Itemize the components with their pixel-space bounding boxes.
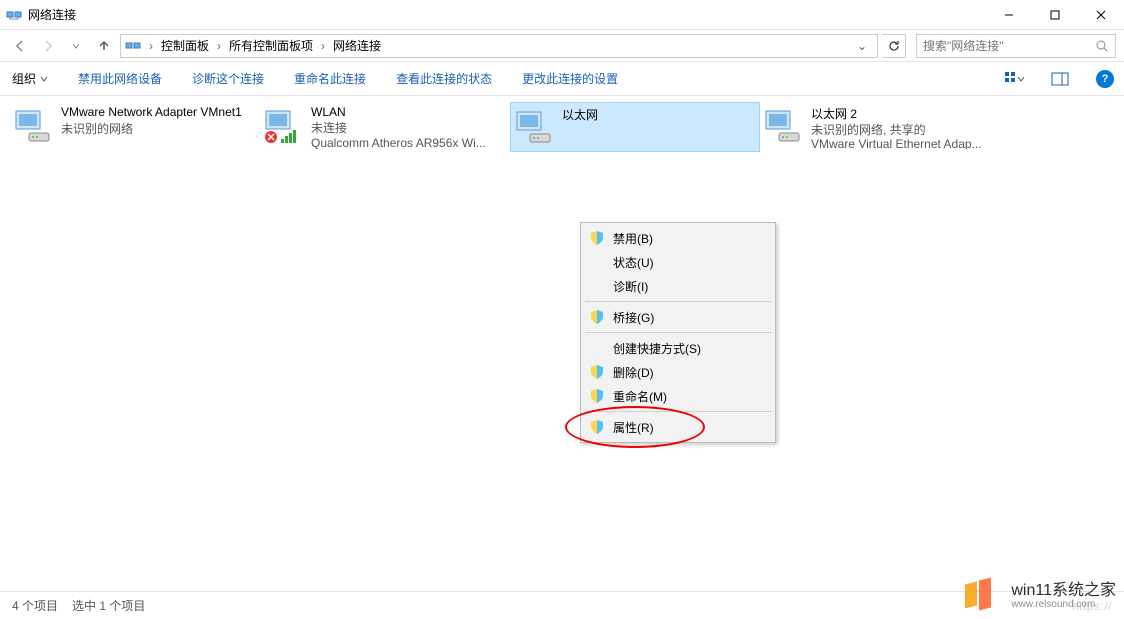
ctx-shortcut[interactable]: 创建快捷方式(S) — [583, 336, 773, 360]
window-titlebar: 网络连接 — [0, 0, 1124, 30]
adapter-icon — [514, 106, 556, 148]
shield-icon — [589, 419, 605, 435]
ctx-properties[interactable]: 属性(R) — [583, 415, 773, 439]
ctx-separator — [585, 301, 771, 302]
shield-icon — [589, 364, 605, 380]
organize-label: 组织 — [12, 70, 36, 87]
context-menu: 禁用(B) 状态(U) 诊断(I) 桥接(G) 创建快捷方式(S) 删除(D) … — [580, 222, 776, 443]
ctx-label: 重命名(M) — [613, 388, 667, 405]
shield-icon — [589, 309, 605, 325]
watermark: win11系统之家 www.relsound.com — [965, 579, 1116, 613]
adapter-icon — [13, 105, 55, 147]
status-bar: 4 个项目 选中 1 个项目 https:// — [0, 591, 1124, 619]
diagnose-button[interactable]: 诊断这个连接 — [190, 66, 266, 91]
chevron-right-icon[interactable]: › — [319, 39, 327, 53]
refresh-button[interactable] — [882, 34, 906, 58]
ctx-label: 属性(R) — [613, 419, 654, 436]
breadcrumb-bar[interactable]: › 控制面板 › 所有控制面板项 › 网络连接 ⌄ — [120, 34, 878, 58]
ctx-label: 创建快捷方式(S) — [613, 340, 701, 357]
shield-icon — [589, 230, 605, 246]
ctx-label: 诊断(I) — [613, 278, 648, 295]
adapter-list: VMware Network Adapter VMnet1 未识别的网络 WLA… — [10, 102, 1114, 152]
back-button[interactable] — [8, 34, 32, 58]
chevron-right-icon[interactable]: › — [215, 39, 223, 53]
watermark-url: www.relsound.com — [1011, 599, 1116, 610]
adapter-icon — [763, 105, 805, 147]
adapter-name: 以太网 2 — [811, 105, 982, 120]
breadcrumb-seg-0[interactable]: 控制面板 — [157, 35, 213, 56]
ctx-delete[interactable]: 删除(D) — [583, 360, 773, 384]
maximize-button[interactable] — [1032, 0, 1078, 29]
content-area: VMware Network Adapter VMnet1 未识别的网络 WLA… — [0, 96, 1124, 586]
adapter-item-ethernet2[interactable]: 以太网 2 未识别的网络, 共享的 VMware Virtual Etherne… — [760, 102, 1010, 152]
item-count: 4 个项目 — [12, 597, 58, 614]
adapter-name: 以太网 — [562, 106, 598, 123]
view-status-button[interactable]: 查看此连接的状态 — [394, 66, 494, 91]
recent-dropdown[interactable] — [64, 34, 88, 58]
adapter-status: 未连接 — [311, 119, 486, 135]
command-bar: 组织 禁用此网络设备 诊断这个连接 重命名此连接 查看此连接的状态 更改此连接的… — [0, 62, 1124, 96]
ctx-label: 禁用(B) — [613, 230, 653, 247]
ctx-rename[interactable]: 重命名(M) — [583, 384, 773, 408]
adapter-name: VMware Network Adapter VMnet1 — [61, 105, 242, 119]
preview-pane-button[interactable] — [1050, 69, 1070, 89]
help-button[interactable]: ? — [1096, 70, 1114, 88]
window-title: 网络连接 — [28, 6, 986, 23]
breadcrumb-seg-1[interactable]: 所有控制面板项 — [225, 35, 317, 56]
rename-button[interactable]: 重命名此连接 — [292, 66, 368, 91]
ctx-separator — [585, 411, 771, 412]
search-box[interactable] — [916, 34, 1116, 58]
disable-device-button[interactable]: 禁用此网络设备 — [76, 66, 164, 91]
adapter-item-wlan[interactable]: WLAN 未连接 Qualcomm Atheros AR956x Wi... — [260, 102, 510, 152]
adapter-icon — [263, 105, 305, 147]
ctx-bridge[interactable]: 桥接(G) — [583, 305, 773, 329]
adapter-name: WLAN — [311, 105, 486, 118]
organize-menu[interactable]: 组织 — [10, 66, 50, 91]
folder-icon — [125, 38, 141, 54]
chevron-right-icon[interactable]: › — [147, 39, 155, 53]
adapter-item-vmnet1[interactable]: VMware Network Adapter VMnet1 未识别的网络 — [10, 102, 260, 152]
watermark-title: win11系统之家 — [1011, 582, 1116, 600]
up-button[interactable] — [92, 34, 116, 58]
ctx-diagnose[interactable]: 诊断(I) — [583, 274, 773, 298]
adapter-status: 未识别的网络 — [61, 120, 242, 137]
ctx-label: 状态(U) — [613, 254, 654, 271]
ctx-disable[interactable]: 禁用(B) — [583, 226, 773, 250]
close-button[interactable] — [1078, 0, 1124, 29]
forward-button[interactable] — [36, 34, 60, 58]
address-dropdown-button[interactable]: ⌄ — [851, 39, 873, 53]
search-input[interactable] — [923, 39, 1095, 53]
search-icon[interactable] — [1095, 39, 1109, 53]
selection-count: 选中 1 个项目 — [72, 597, 145, 614]
ctx-label: 删除(D) — [613, 364, 654, 381]
ctx-separator — [585, 332, 771, 333]
app-icon — [6, 7, 22, 23]
watermark-logo-icon — [965, 579, 1003, 613]
adapter-status: 未识别的网络, 共享的 — [811, 121, 982, 136]
breadcrumb-seg-2[interactable]: 网络连接 — [329, 35, 385, 56]
ctx-status[interactable]: 状态(U) — [583, 250, 773, 274]
view-options-button[interactable] — [1004, 69, 1024, 89]
change-settings-button[interactable]: 更改此连接的设置 — [520, 66, 620, 91]
adapter-device: VMware Virtual Ethernet Adap... — [811, 137, 982, 149]
shield-icon — [589, 388, 605, 404]
minimize-button[interactable] — [986, 0, 1032, 29]
adapter-item-ethernet[interactable]: 以太网 — [510, 102, 760, 152]
address-bar: › 控制面板 › 所有控制面板项 › 网络连接 ⌄ — [0, 30, 1124, 62]
adapter-device: Qualcomm Atheros AR956x Wi... — [311, 136, 486, 149]
ctx-label: 桥接(G) — [613, 309, 654, 326]
